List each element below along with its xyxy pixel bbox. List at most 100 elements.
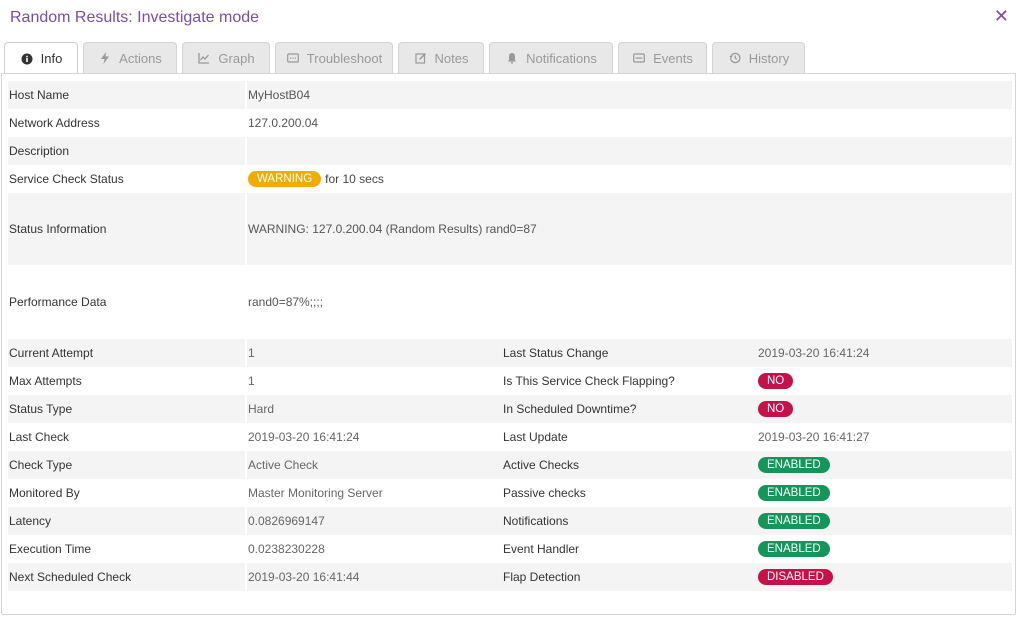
status-badge: ENABLED [758,541,830,557]
chart-icon [197,51,211,65]
info-icon [20,52,34,66]
detail-value: 2019-03-20 16:41:27 [758,430,870,444]
detail-row: Monitored By Master Monitoring Server Pa… [8,479,1012,507]
tab-notifications[interactable]: Notifications [489,42,613,73]
detail-value: 1 [248,374,255,388]
tab-label: Graph [218,50,255,66]
detail-row: Current Attempt 1 Last Status Change 201… [8,339,1012,367]
status-badge: WARNING [248,171,322,187]
row-host-name: Host Name MyHostB04 [8,81,1012,109]
host-name-value: MyHostB04 [248,88,311,102]
status-badge: DISABLED [758,569,833,585]
detail-label: Last Check [8,423,247,451]
page-title: Random Results: Investigate mode [10,9,260,26]
tab-troubleshoot[interactable]: Troubleshoot [275,42,393,73]
detail-value: DISABLED [757,563,1012,591]
detail-label: Notifications [503,514,569,528]
detail-value: ENABLED [757,479,1012,507]
field-label: Status Information [8,193,247,265]
terminal-icon [286,51,300,65]
info-panel: Host Name MyHostB04 Network Address 127.… [1,73,1016,615]
tab-label: Troubleshoot [306,50,383,66]
status-badge: ENABLED [758,457,830,473]
field-label: Performance Data [8,265,247,339]
detail-value: Master Monitoring Server [248,486,383,500]
detail-label: Check Type [8,451,247,479]
detail-row: Execution Time 0.0238230228 Event Handle… [8,535,1012,563]
field-label: Network Address [8,109,247,137]
detail-label: Max Attempts [8,367,247,395]
row-service-check-status: Service Check Status WARNING for 10 secs [8,165,1012,193]
tab-info[interactable]: Info [4,42,78,74]
tab-label: Actions [119,50,162,66]
network-address-value: 127.0.200.04 [248,116,319,130]
field-label: Host Name [8,81,247,109]
tab-actions[interactable]: Actions [83,42,177,73]
tab-label: Notes [434,50,469,66]
detail-label: Latency [8,507,247,535]
status-badge: ENABLED [758,485,830,501]
row-description: Description [8,137,1012,165]
detail-label: Status Type [8,395,247,423]
detail-label: Monitored By [8,479,247,507]
tab-label: Info [40,51,63,66]
detail-label: In Scheduled Downtime? [503,402,637,416]
detail-label: Passive checks [503,486,586,500]
detail-label: Event Handler [503,542,580,556]
detail-value: 0.0238230228 [248,542,325,556]
detail-value: Hard [248,402,275,416]
detail-row: Latency 0.0826969147 Notifications ENABL… [8,507,1012,535]
tab-events[interactable]: Events [618,42,707,73]
tab-label: Events [653,50,693,66]
detail-row: Check Type Active Check Active Checks EN… [8,451,1012,479]
tab-label: History [748,50,790,66]
detail-label: Active Checks [503,458,580,472]
window-icon [632,51,646,65]
detail-row: Last Check 2019-03-20 16:41:24 Last Upda… [8,423,1012,451]
detail-label: Last Status Change [503,346,609,360]
tab-bar: Info Actions Graph Troubleshoot Notes No… [4,42,810,74]
detail-row: Max Attempts 1 Is This Service Check Fla… [8,367,1012,395]
detail-label: Is This Service Check Flapping? [503,374,675,388]
description-value [247,137,1012,165]
tab-notes[interactable]: Notes [398,42,484,73]
status-badge: NO [758,401,794,417]
row-performance-data: Performance Data rand0=87%;;;; [8,265,1012,339]
detail-value: ENABLED [757,507,1012,535]
detail-value: ENABLED [757,535,1012,563]
field-label: Description [8,137,247,165]
status-information-value: WARNING: 127.0.200.04 (Random Results) r… [248,222,537,236]
detail-label: Next Scheduled Check [8,563,247,591]
tab-history[interactable]: History [712,42,805,73]
detail-label: Last Update [503,430,568,444]
detail-value: NO [757,367,1012,395]
service-check-status-value: WARNING for 10 secs [247,165,1012,193]
tab-graph[interactable]: Graph [182,42,270,73]
status-badge: NO [758,373,794,389]
info-grid: Host Name MyHostB04 Network Address 127.… [8,81,1012,591]
detail-value: ENABLED [757,451,1012,479]
detail-label: Flap Detection [503,570,581,584]
row-status-information: Status Information WARNING: 127.0.200.04… [8,193,1012,265]
bolt-icon [98,51,112,65]
status-badge: ENABLED [758,513,830,529]
detail-value: 2019-03-20 16:41:24 [248,430,360,444]
detail-value: Active Check [248,458,319,472]
detail-value: 2019-03-20 16:41:24 [758,346,870,360]
detail-value: 1 [248,346,255,360]
detail-value: 2019-03-20 16:41:44 [248,570,360,584]
detail-label: Execution Time [8,535,247,563]
field-label: Service Check Status [8,165,247,193]
edit-icon [414,51,428,65]
close-icon[interactable]: ✕ [994,6,1009,27]
history-icon [728,51,742,65]
details-table: Current Attempt 1 Last Status Change 201… [8,339,1012,591]
detail-row: Next Scheduled Check 2019-03-20 16:41:44… [8,563,1012,591]
bell-icon [505,51,519,65]
tab-label: Notifications [526,50,597,66]
status-duration: for 10 secs [325,172,384,186]
row-network-address: Network Address 127.0.200.04 [8,109,1012,137]
detail-label: Current Attempt [8,339,247,367]
performance-data-value: rand0=87%;;;; [248,295,324,309]
detail-value: 0.0826969147 [248,514,325,528]
